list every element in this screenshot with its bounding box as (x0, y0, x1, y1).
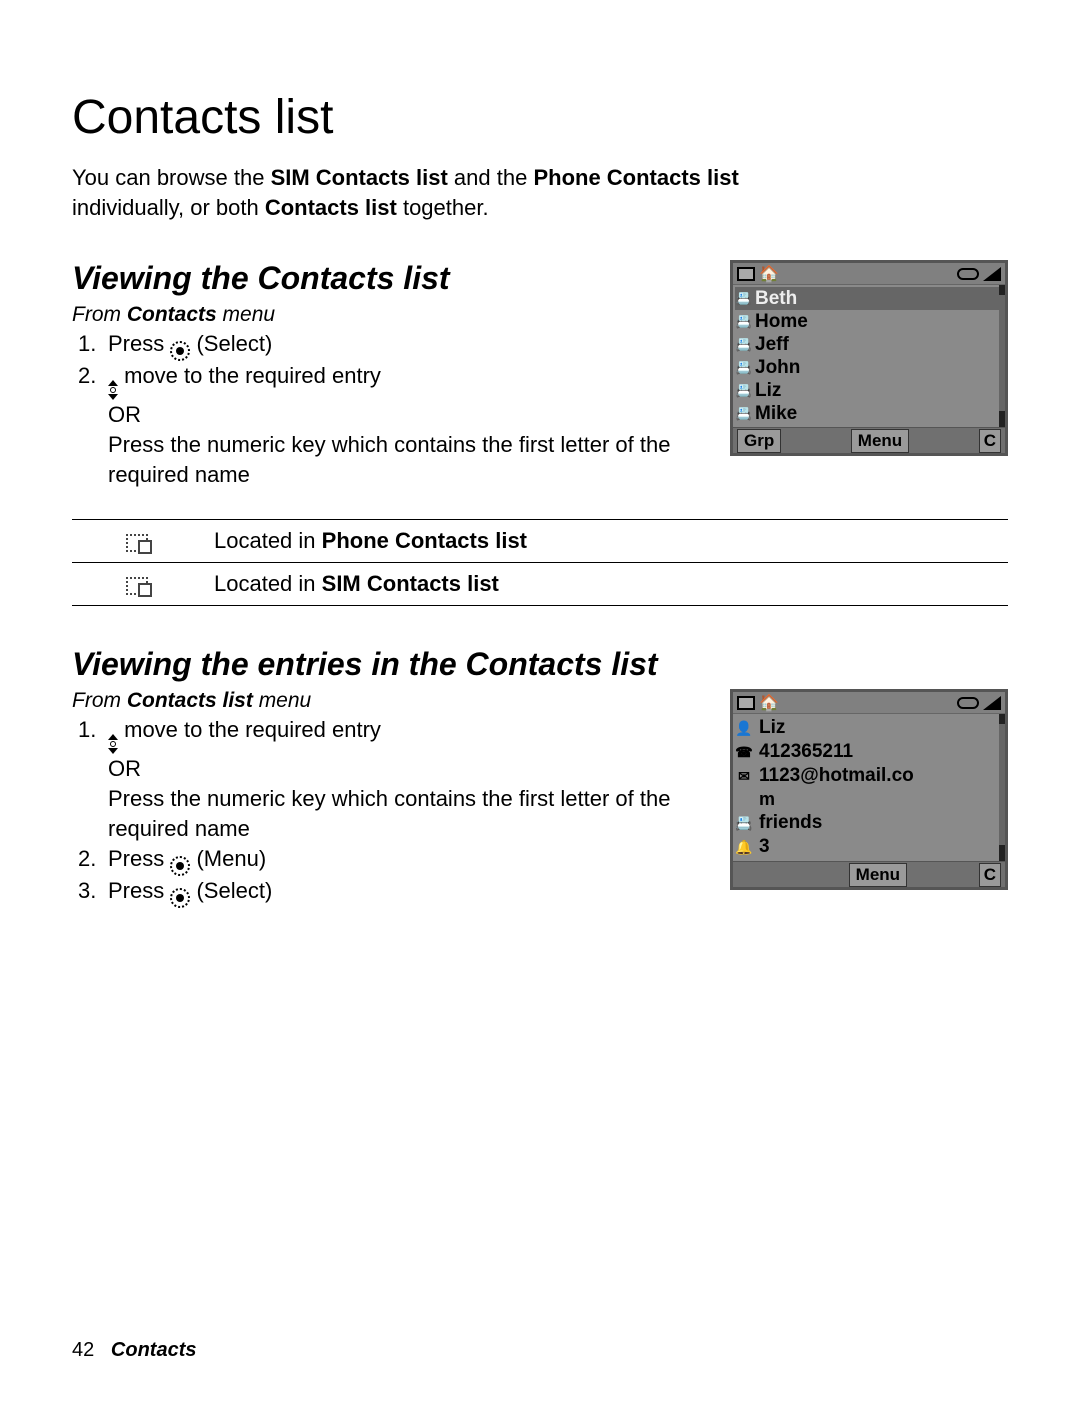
entry-email-cont: m (735, 788, 999, 811)
entry-phone: ☎412365211 (735, 740, 999, 764)
contact-row: 📇John (735, 356, 999, 379)
section2-from: From Contacts list menu (72, 689, 710, 713)
icon-legend-table: Located in Phone Contacts list Located i… (72, 519, 1008, 606)
battery-icon (957, 697, 979, 709)
group-icon: 📇 (735, 815, 753, 831)
select-icon (170, 341, 190, 361)
entry-email: ✉1123@hotmail.co (735, 764, 999, 788)
entry-ring: 🔔3 (735, 835, 999, 859)
select-icon (170, 856, 190, 876)
softkey-right: C (979, 863, 1001, 887)
phonebook-icon: 📇 (735, 359, 753, 377)
contact-row: 📇Beth (735, 287, 999, 310)
scrollbar (999, 714, 1005, 861)
person-icon: 👤 (735, 720, 753, 736)
page-footer: 42 Contacts (72, 1339, 197, 1362)
section-viewing-entries: From Contacts list menu 1. move to the r… (72, 689, 1008, 907)
phone2-statusbar: 🏠 (733, 692, 1005, 714)
phone-screenshot-entry: 🏠 👤Liz ☎412365211 ✉1123@hotmail.co m 📇fr… (730, 689, 1008, 890)
home-icon: 🏠 (759, 264, 779, 284)
phonebook-icon: 📇 (735, 405, 753, 423)
entry-name: 👤Liz (735, 716, 999, 740)
phonebook-icon: 📇 (735, 336, 753, 354)
phone-contacts-icon (72, 520, 202, 563)
section1-heading: Viewing the Contacts list (72, 260, 710, 297)
bell-icon: 🔔 (735, 839, 753, 855)
updown-icon (108, 734, 118, 754)
contact-row: 📇Jeff (735, 333, 999, 356)
section2-step3: 3. Press (Select) (72, 876, 710, 908)
phonebook-icon: 📇 (735, 290, 753, 308)
scrollbar (999, 285, 1005, 427)
contact-row: 📇Home (735, 310, 999, 333)
softkey-left: Grp (737, 429, 781, 453)
softkey-middle: Menu (849, 863, 907, 887)
section1-from: From Contacts menu (72, 303, 710, 327)
phone1-statusbar: 🏠 (733, 263, 1005, 285)
section2-step2: 2. Press (Menu) (72, 844, 710, 876)
page-title: Contacts list (72, 90, 1008, 145)
signal-icon (983, 696, 1001, 710)
battery-icon (957, 268, 979, 280)
updown-icon (108, 380, 118, 400)
contact-row: 📇Mike (735, 402, 999, 425)
home-icon: 🏠 (759, 693, 779, 713)
softkey-right: C (979, 429, 1001, 453)
sim-contacts-icon (72, 563, 202, 606)
phone-icon: ☎ (735, 744, 753, 760)
phonebook-icon: 📇 (735, 382, 753, 400)
email-icon: ✉ (735, 768, 753, 784)
select-icon (170, 888, 190, 908)
section2-step1: 1. move to the required entry OR Press t… (72, 715, 710, 843)
status-icon (737, 267, 755, 281)
softkey-middle: Menu (851, 429, 909, 453)
section2-heading: Viewing the entries in the Contacts list (72, 646, 1008, 683)
section1-step2: 2. move to the required entry OR Press t… (72, 361, 710, 489)
phone-screenshot-contacts: 🏠 📇Beth 📇Home 📇Jeff 📇John 📇Liz 📇Mike Grp… (730, 260, 1008, 456)
section-viewing-contacts: Viewing the Contacts list From Contacts … (72, 260, 1008, 489)
intro-paragraph: You can browse the SIM Contacts list and… (72, 163, 1008, 222)
contact-row: 📇Liz (735, 379, 999, 402)
phonebook-icon: 📇 (735, 313, 753, 331)
signal-icon (983, 267, 1001, 281)
section1-step1: 1. Press (Select) (72, 329, 710, 361)
status-icon (737, 696, 755, 710)
entry-group: 📇friends (735, 811, 999, 835)
